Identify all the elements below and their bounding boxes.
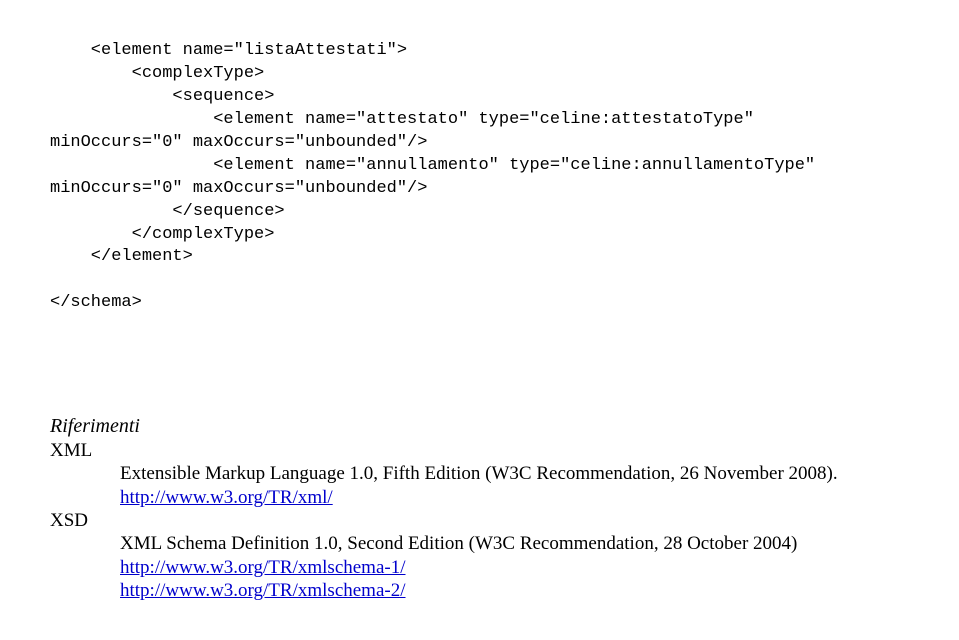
code-line: <sequence>	[50, 87, 274, 106]
reference-abbr-xml: XML	[50, 440, 909, 462]
reference-link[interactable]: http://www.w3.org/TR/xml/	[120, 487, 333, 508]
reference-body-xsd: XML Schema Definition 1.0, Second Editio…	[120, 532, 909, 603]
code-line: minOccurs="0" maxOccurs="unbounded"/>	[50, 133, 427, 152]
references-heading: Riferimenti	[50, 415, 909, 438]
reference-abbr-xsd: XSD	[50, 510, 909, 532]
reference-link[interactable]: http://www.w3.org/TR/xmlschema-1/	[120, 557, 406, 578]
code-line: minOccurs="0" maxOccurs="unbounded"/>	[50, 179, 427, 198]
reference-desc: Extensible Markup Language 1.0, Fifth Ed…	[120, 463, 838, 484]
reference-link[interactable]: http://www.w3.org/TR/xmlschema-2/	[120, 580, 406, 601]
code-line: </sequence>	[50, 202, 285, 221]
reference-desc: XML Schema Definition 1.0, Second Editio…	[120, 533, 797, 554]
code-line: <element name="attestato" type="celine:a…	[50, 110, 754, 129]
code-line: <complexType>	[50, 64, 264, 83]
code-line: </complexType>	[50, 225, 274, 244]
code-line: </schema>	[50, 293, 142, 312]
code-line: <element name="listaAttestati">	[50, 41, 407, 60]
code-line: <element name="annullamento" type="celin…	[50, 156, 815, 175]
reference-body-xml: Extensible Markup Language 1.0, Fifth Ed…	[120, 462, 909, 510]
xml-code-block: <element name="listaAttestati"> <complex…	[50, 40, 909, 315]
code-line: </element>	[50, 247, 193, 266]
